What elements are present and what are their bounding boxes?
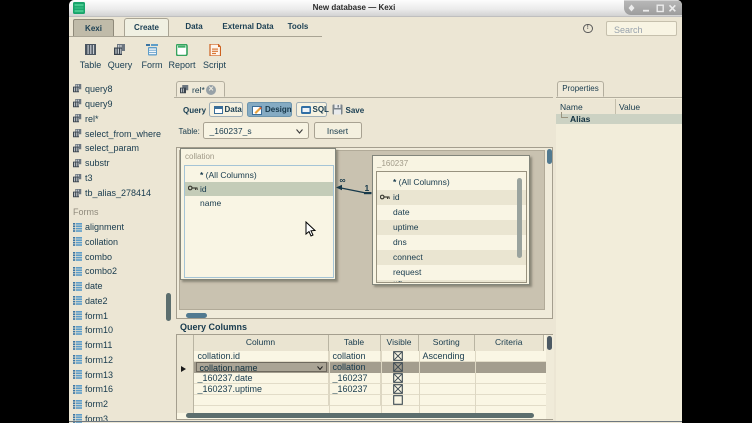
svg-text:∞: ∞	[340, 175, 346, 185]
svg-text:1: 1	[365, 183, 370, 193]
